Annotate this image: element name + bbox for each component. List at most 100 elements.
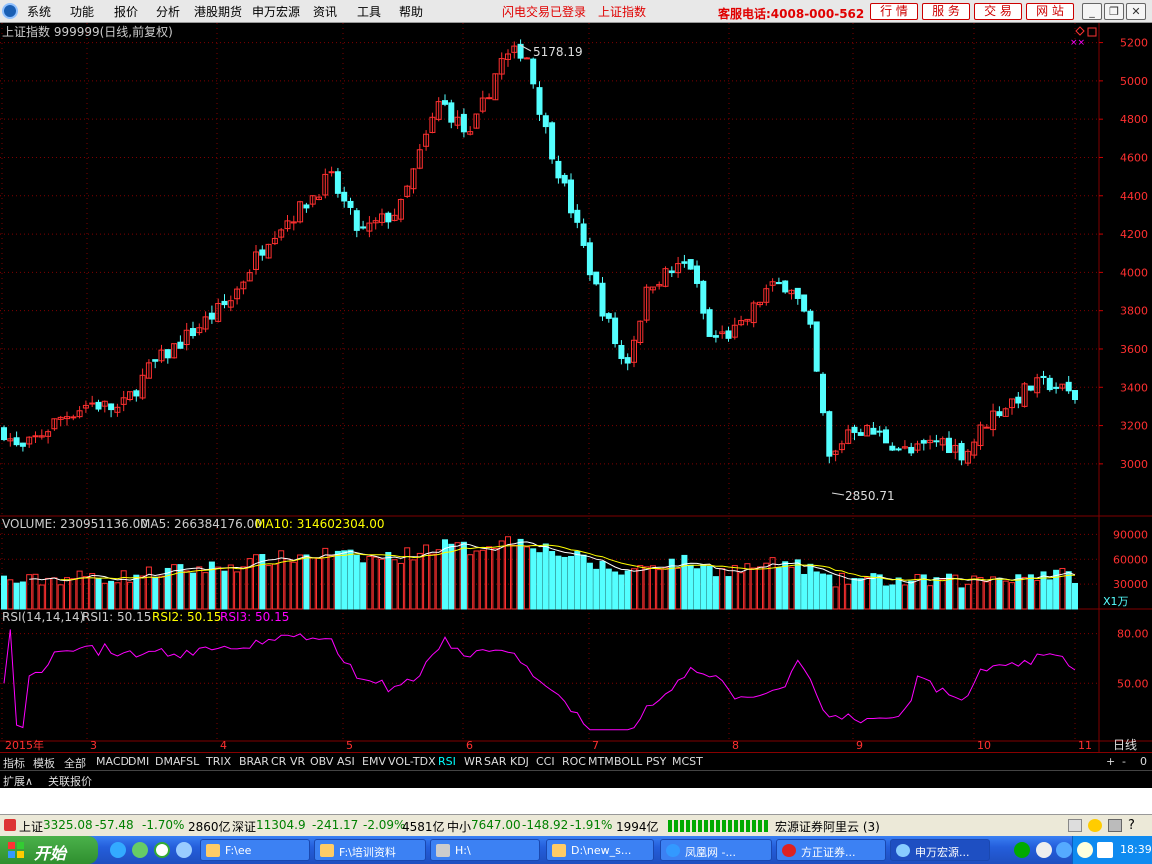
tab-macd[interactable]: MACD <box>96 755 129 768</box>
shield-icon[interactable] <box>1077 842 1093 858</box>
menu-hk-futures[interactable]: 港股期货 <box>194 3 242 20</box>
task-folder-training[interactable]: F:\培训资料 <box>314 839 426 861</box>
close-icon[interactable]: ✕ <box>1126 3 1146 20</box>
menu-tools[interactable]: 工具 <box>357 3 381 20</box>
tab-cr[interactable]: CR <box>271 755 286 768</box>
alert-icon[interactable] <box>4 819 16 831</box>
candle-body <box>605 313 612 319</box>
candle-body <box>536 87 543 115</box>
candle-body <box>851 426 858 433</box>
network-icon[interactable] <box>1014 842 1030 858</box>
volume-bar <box>996 577 1003 610</box>
security-icon[interactable] <box>1097 842 1113 858</box>
broker-server[interactable]: 宏源证券阿里云 (3) <box>775 818 880 835</box>
tab-indicator[interactable]: 指标 <box>3 755 25 771</box>
period-label[interactable]: 日线 <box>1113 738 1137 752</box>
market-status-bar: 上证 3325.08 -57.48 -1.70% 2860亿 深证 11304.… <box>0 814 1152 836</box>
broadcast-icon[interactable] <box>1088 819 1102 832</box>
tab-extension[interactable]: 扩展∧ <box>3 773 33 789</box>
tab-boll[interactable]: BOLL <box>614 755 642 768</box>
task-swhy[interactable]: 申万宏源... <box>890 839 990 861</box>
tab-rsi[interactable]: RSI <box>438 755 456 768</box>
ma10-label: MA10: 314602304.00 <box>255 517 385 531</box>
tab-psy[interactable]: PSY <box>646 755 666 768</box>
tab-dma[interactable]: DMA <box>155 755 181 768</box>
tab-wr[interactable]: WR <box>464 755 483 768</box>
candle-body <box>983 426 990 429</box>
tab-vol-tdx[interactable]: VOL-TDX <box>388 755 436 768</box>
price-tick-label: 4600 <box>1120 151 1148 164</box>
month-tick-label: 8 <box>732 739 739 752</box>
tab-roc[interactable]: ROC <box>562 755 586 768</box>
note-icon[interactable] <box>1068 819 1082 832</box>
zoom-reset-button[interactable]: 0 <box>1140 755 1147 768</box>
start-label: 开始 <box>34 844 67 863</box>
price-tick-label: 4000 <box>1120 266 1148 279</box>
minimize-icon[interactable]: _ <box>1082 3 1102 20</box>
task-founder[interactable]: 方正证券... <box>776 839 886 861</box>
volume-bar <box>139 575 146 610</box>
volume-bar <box>13 582 20 610</box>
price-tick-label: 5000 <box>1120 75 1148 88</box>
tab-fsl[interactable]: FSL <box>180 755 199 768</box>
im-icon[interactable] <box>1036 842 1052 858</box>
chrome-icon[interactable] <box>132 842 148 858</box>
volume-bar <box>95 577 102 610</box>
tab-emv[interactable]: EMV <box>362 755 386 768</box>
tab-vr[interactable]: VR <box>290 755 305 768</box>
restore-icon[interactable]: ❐ <box>1104 3 1124 20</box>
candle-body <box>908 446 915 454</box>
sz-change: -241.17 <box>312 818 359 832</box>
menu-function[interactable]: 功能 <box>70 3 94 20</box>
volume-bar <box>76 570 83 610</box>
lock-icon[interactable] <box>1108 819 1122 832</box>
menu-quote[interactable]: 报价 <box>114 3 138 20</box>
tab-template[interactable]: 模板 <box>33 755 55 771</box>
volume-bar <box>536 552 543 610</box>
tab-trix[interactable]: TRIX <box>206 755 231 768</box>
zoom-in-button[interactable]: + <box>1106 755 1115 768</box>
menu-help[interactable]: 帮助 <box>399 3 423 20</box>
quote-button[interactable]: 行 情 <box>870 3 918 20</box>
tab-all[interactable]: 全部 <box>64 755 86 771</box>
task-folder-ee[interactable]: F:\ee <box>200 839 310 861</box>
tab-asi[interactable]: ASI <box>337 755 355 768</box>
website-button[interactable]: 网 站 <box>1026 3 1074 20</box>
diamond-icon[interactable] <box>1075 26 1085 36</box>
tab-sar[interactable]: SAR <box>484 755 506 768</box>
browser-icon[interactable] <box>154 842 170 858</box>
tab-related-quotes[interactable]: 关联报价 <box>48 773 92 789</box>
trade-button[interactable]: 交 易 <box>974 3 1022 20</box>
volume-bar <box>530 548 537 610</box>
menu-news[interactable]: 资讯 <box>313 3 337 20</box>
tab-brar[interactable]: BRAR <box>239 755 269 768</box>
task-folder-new[interactable]: D:\new_s... <box>546 839 654 861</box>
tab-mcst[interactable]: MCST <box>672 755 703 768</box>
tab-mtm[interactable]: MTM <box>588 755 614 768</box>
help-icon[interactable]: ? <box>1128 818 1135 833</box>
zoom-out-button[interactable]: - <box>1122 755 1126 768</box>
stock-chart[interactable]: 5200 5000 4800 4600 4400 4200 4000 3800 3600 3400… <box>0 23 1152 752</box>
candle-body <box>1065 381 1072 392</box>
menu-analysis[interactable]: 分析 <box>156 3 180 20</box>
volume-bar <box>782 561 789 610</box>
tab-dmi[interactable]: DMI <box>128 755 149 768</box>
tab-obv[interactable]: OBV <box>310 755 333 768</box>
window-toggle-icon[interactable] <box>1087 27 1097 37</box>
ie-icon[interactable] <box>110 842 126 858</box>
service-button[interactable]: 服 务 <box>922 3 970 20</box>
volume-icon[interactable] <box>1056 842 1072 858</box>
start-button[interactable]: 开始 <box>0 836 98 864</box>
task-drive-h[interactable]: H:\ <box>430 839 540 861</box>
tab-kdj[interactable]: KDJ <box>510 755 529 768</box>
volume-bar <box>429 553 436 610</box>
candle-body <box>618 344 625 359</box>
menu-system[interactable]: 系统 <box>27 3 51 20</box>
tab-cci[interactable]: CCI <box>536 755 555 768</box>
markers-icon: ×× <box>1070 38 1085 48</box>
task-ifeng[interactable]: 凤凰网 -... <box>660 839 772 861</box>
menu-swhy[interactable]: 申万宏源 <box>252 3 300 20</box>
volume-tick-label: 60000 <box>1113 553 1148 566</box>
desktop-icon[interactable] <box>176 842 192 858</box>
volume-bar <box>397 562 404 610</box>
